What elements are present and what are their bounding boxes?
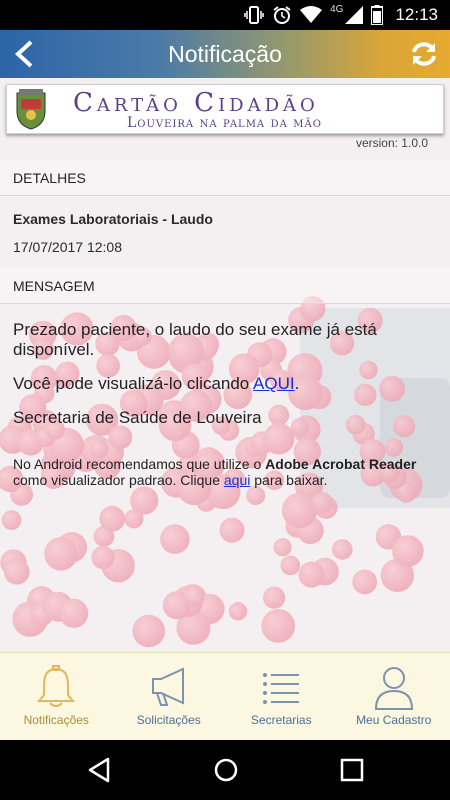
aqui-download-link[interactable]: aqui <box>224 472 250 488</box>
nav-label-meu-cadastro: Meu Cadastro <box>356 713 432 727</box>
nav-label-solicitacoes: Solicitações <box>136 713 201 727</box>
city-crest-logo <box>16 89 46 130</box>
message-signature: Secretaria de Saúde de Louveira <box>13 408 262 427</box>
signal-icon <box>345 6 364 24</box>
note-middle: como visualizador padrao. Clique <box>13 472 224 488</box>
aqui-view-link[interactable]: AQUI <box>253 374 295 393</box>
app-bar: Notificação <box>0 30 450 78</box>
system-navigation-bar <box>0 740 450 800</box>
refresh-button[interactable] <box>408 38 440 70</box>
recents-square-icon[interactable] <box>338 756 366 784</box>
cartao-cidadao-banner: Cartão Cidadão Louveira na palma da mão <box>6 84 444 134</box>
note-prefix: No Android recomendamos que utilize o <box>13 456 266 472</box>
nav-item-notificacoes[interactable]: Notificações <box>0 653 113 740</box>
message-section-header: MENSAGEM <box>0 268 450 304</box>
nav-label-secretarias: Secretarias <box>250 713 312 727</box>
refresh-icon <box>412 42 436 66</box>
version-label: version: 1.0.0 <box>355 136 428 150</box>
vibrate-icon <box>244 6 264 24</box>
note-acrobat-name: Adobe Acrobat Reader <box>265 456 417 472</box>
network-type: 4G <box>330 3 344 15</box>
page-title: Notificação <box>168 41 282 67</box>
battery-icon <box>371 5 384 25</box>
nav-item-solicitacoes[interactable]: Solicitações <box>113 653 226 740</box>
list-icon <box>263 673 300 704</box>
message-view-instructions: Você pode visualizá-lo clicando AQUI. <box>13 374 433 394</box>
message-view-suffix: . <box>294 374 300 393</box>
alarm-icon <box>273 6 291 24</box>
back-triangle-icon[interactable] <box>86 756 114 784</box>
user-icon <box>374 667 413 710</box>
message-view-prefix: Você pode visualizá-lo clicando <box>13 374 254 393</box>
megaphone-icon <box>151 667 184 706</box>
nav-item-meu-cadastro[interactable]: Meu Cadastro <box>338 653 450 740</box>
status-bar: 4G 12:13 <box>0 0 450 30</box>
message-greeting: Prezado paciente, o laudo do seu exame j… <box>13 320 377 359</box>
nav-label-notificacoes: Notificações <box>23 713 89 727</box>
content-area[interactable]: Cartão Cidadão Louveira na palma da mão … <box>0 78 450 652</box>
bottom-navigation: Notificações Solicitações Secretarias Me… <box>0 652 450 740</box>
brand-title: Cartão Cidadão <box>73 88 319 118</box>
nav-item-secretarias[interactable]: Secretarias <box>225 653 338 740</box>
message-acrobat-note: No Android recomendamos que utilize o Ad… <box>13 456 443 488</box>
notification-title: Exames Laboratoriais - Laudo <box>13 211 213 227</box>
home-circle-icon[interactable] <box>212 756 240 784</box>
brand-subtitle: Louveira na palma da mão <box>127 115 322 131</box>
clock: 12:13 <box>395 5 438 24</box>
notification-datetime: 17/07/2017 12:08 <box>13 239 122 255</box>
bell-icon <box>37 665 76 707</box>
details-section-header: DETALHES <box>0 160 450 196</box>
note-suffix: para baixar. <box>250 472 328 488</box>
status-icons: 4G 12:13 <box>244 4 438 26</box>
wifi-icon <box>300 6 323 23</box>
